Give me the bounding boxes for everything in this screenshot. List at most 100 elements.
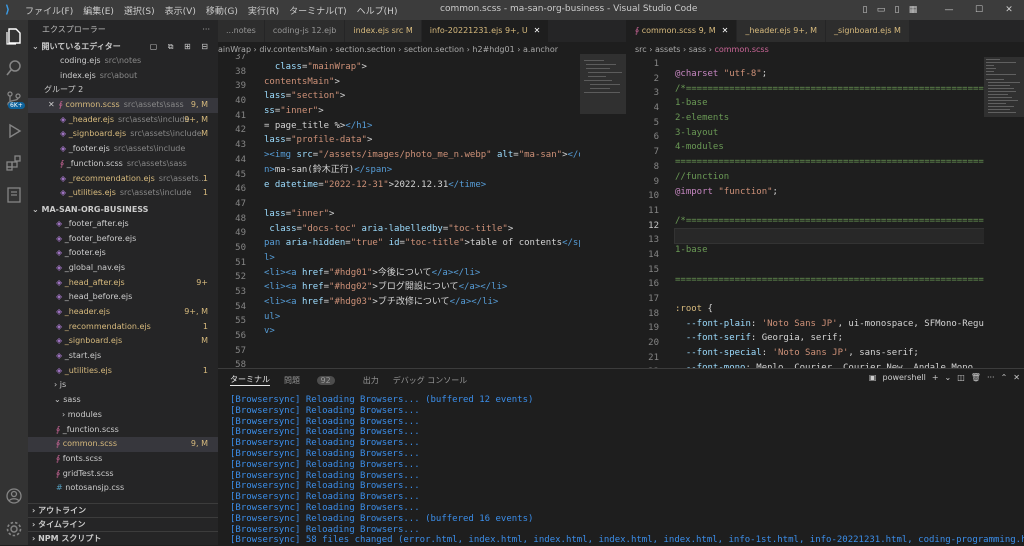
tab-output[interactable]: 出力 <box>363 375 379 386</box>
open-editor-item[interactable]: ◈ _recommendation.ejs src\assets... 1 <box>28 172 218 187</box>
right-code-editor[interactable]: 123456789101112131415161718192021222324 … <box>627 57 984 368</box>
minimize-button[interactable]: — <box>935 5 963 16</box>
tree-file[interactable]: ∮ fonts.scss <box>28 452 218 467</box>
close-icon[interactable]: ✕ <box>722 26 729 35</box>
chevron-down-icon[interactable]: ⌄ <box>945 373 952 382</box>
layout-panel-icon[interactable]: ▭ <box>874 5 888 16</box>
menu-help[interactable]: ヘルプ(H) <box>352 4 403 17</box>
tab-info-20221231[interactable]: info-20221231.ejs 9+, U ✕ <box>421 20 550 42</box>
tab-coding[interactable]: coding-js 12.ejb <box>264 20 346 42</box>
breadcrumb-item[interactable]: sass <box>689 45 706 54</box>
open-editor-item[interactable]: ◈ _footer.ejs src\assets\include <box>28 142 218 157</box>
tree-file[interactable]: ◈ _head_after.ejs 9+ <box>28 276 218 291</box>
tab-header-ejs[interactable]: _header.ejs 9+, M <box>737 20 826 42</box>
extensions-icon[interactable] <box>5 154 23 172</box>
line-numbers: 37 38 39 40 41 42 43 44 45 46 47 48 49 50 51 52 53 54 55 56… <box>218 54 246 368</box>
open-editor-item[interactable]: ◈ _utilities.ejs src\assets\include 1 <box>28 186 218 201</box>
tree-file[interactable]: ◈ _footer_before.ejs <box>28 232 218 247</box>
settings-gear-icon[interactable] <box>5 520 23 538</box>
outline-section[interactable]: › アウトライン <box>28 503 218 517</box>
group-header[interactable]: グループ 2 <box>28 83 218 98</box>
run-debug-icon[interactable] <box>5 122 23 140</box>
breadcrumb-item[interactable]: div.contentsMain <box>259 45 327 54</box>
folder-js[interactable]: › js <box>28 378 218 393</box>
menu-run[interactable]: 実行(R) <box>243 4 284 17</box>
tree-file[interactable]: ◈ _header.ejs 9+, M <box>28 305 218 320</box>
layout-sidebar-icon[interactable]: ▯ <box>858 5 872 16</box>
more-actions-icon[interactable]: ··· <box>202 20 210 40</box>
tab-terminal[interactable]: ターミナル <box>230 374 270 386</box>
shell-selector[interactable]: powershell <box>882 373 925 382</box>
tree-file[interactable]: ◈ _footer_after.ejs <box>28 217 218 232</box>
menu-file[interactable]: ファイル(F) <box>20 4 78 17</box>
minimap[interactable] <box>984 57 1024 368</box>
breadcrumb-item[interactable]: common.scss <box>714 45 768 54</box>
close-panel-icon[interactable]: ✕ <box>1013 373 1020 382</box>
breadcrumb-item[interactable]: section.section <box>404 45 464 54</box>
project-section[interactable]: ⌄ MA-SAN-ORG-BUSINESS <box>28 203 218 217</box>
breadcrumb-item[interactable]: ainWrap <box>218 45 251 54</box>
breadcrumb-item[interactable]: assets <box>655 45 680 54</box>
files-icon[interactable] <box>5 27 23 45</box>
tree-file[interactable]: # notosansjp.css <box>28 481 218 496</box>
tree-file[interactable]: ∮ _function.scss <box>28 423 218 438</box>
trash-icon[interactable]: 🗑 <box>971 373 981 382</box>
layout-secondary-icon[interactable]: ▯ <box>890 5 904 16</box>
tree-file[interactable]: ∮ common.scss 9, M <box>28 437 218 452</box>
close-icon[interactable]: ✕ <box>48 100 55 109</box>
tab-problems[interactable]: 問題 92 <box>284 375 349 386</box>
tab-debug-console[interactable]: デバッグ コンソール <box>393 375 468 386</box>
file-name: index.ejs <box>60 70 96 80</box>
breadcrumb-item[interactable]: a.anchor <box>523 45 558 54</box>
menu-view[interactable]: 表示(V) <box>160 4 201 17</box>
open-editor-item[interactable]: index.ejs src\about <box>28 69 218 84</box>
maximize-button[interactable]: ☐ <box>965 5 993 16</box>
more-actions-icon[interactable]: ··· <box>987 373 995 382</box>
split-terminal-icon[interactable]: ◫ <box>957 373 965 382</box>
menu-edit[interactable]: 編集(E) <box>78 4 119 17</box>
minimap[interactable] <box>580 54 626 368</box>
breadcrumb-item[interactable]: src <box>635 45 647 54</box>
open-editor-item[interactable]: ∮ _function.scss src\assets\sass <box>28 157 218 172</box>
open-editor-item[interactable]: coding.ejs src\notes <box>28 54 218 69</box>
tree-file[interactable]: ◈ _utilities.ejs 1 <box>28 364 218 379</box>
open-editors-actions[interactable]: ▢ ⧉ ⊞ ⊟ <box>150 40 212 54</box>
breadcrumb-item[interactable]: section.section <box>335 45 395 54</box>
maximize-panel-icon[interactable]: ⌃ <box>1001 373 1008 382</box>
tree-file[interactable]: ◈ _recommendation.ejs 1 <box>28 320 218 335</box>
npm-scripts-section[interactable]: › NPM スクリプト <box>28 531 218 545</box>
sass-file-icon: ∮ <box>56 453 63 463</box>
folder-modules[interactable]: › modules <box>28 408 218 423</box>
tree-file[interactable]: ◈ _footer.ejs <box>28 246 218 261</box>
tab-common-scss[interactable]: ∮ common.scss 9, M ✕ <box>627 20 738 42</box>
search-icon[interactable] <box>5 59 23 77</box>
code-content: class="mainWrap"> contentsMain"> lass="sec… <box>264 62 580 337</box>
breadcrumb-item[interactable]: h2#hdg01 <box>472 45 514 54</box>
close-icon[interactable]: ✕ <box>534 26 541 35</box>
open-editor-item[interactable]: ◈ _signboard.ejs src\assets\include M <box>28 127 218 142</box>
menu-terminal[interactable]: ターミナル(T) <box>284 4 352 17</box>
open-editor-item-active[interactable]: ✕ ∮ common.scss src\assets\sass 9, M <box>28 98 218 113</box>
tree-file[interactable]: ◈ _global_nav.ejs <box>28 261 218 276</box>
tree-file[interactable]: ◈ _start.ejs <box>28 349 218 364</box>
remote-explorer-icon[interactable] <box>5 186 23 204</box>
menu-go[interactable]: 移動(G) <box>201 4 243 17</box>
terminal-output[interactable]: [Browsersync] Reloading Browsers... (buf… <box>230 395 1024 546</box>
open-editor-item[interactable]: ◈ _header.ejs src\assets\include 9+, M <box>28 113 218 128</box>
new-terminal-icon[interactable]: + <box>932 373 939 382</box>
file-name: common.scss <box>65 100 120 110</box>
tree-file[interactable]: ◈ _signboard.ejs M <box>28 334 218 349</box>
timeline-section[interactable]: › タイムライン <box>28 517 218 531</box>
tab-signboard-ejs[interactable]: _signboard.ejs M <box>825 20 910 42</box>
open-editors-section[interactable]: ⌄ 開いているエディター ▢ ⧉ ⊞ ⊟ <box>28 40 218 54</box>
tree-file[interactable]: ∮ gridTest.scss <box>28 467 218 482</box>
left-code-editor[interactable]: 37 38 39 40 41 42 43 44 45 46 47 48 49 50 51 52 53 54 55 56… <box>218 54 580 368</box>
layout-customize-icon[interactable]: ▦ <box>906 5 920 16</box>
menu-selection[interactable]: 選択(S) <box>119 4 160 17</box>
account-icon[interactable] <box>5 487 23 505</box>
tree-file[interactable]: ◈ _head_before.ejs <box>28 290 218 305</box>
tab-notes[interactable]: ...notes <box>218 20 265 42</box>
close-window-button[interactable]: ✕ <box>995 5 1023 16</box>
folder-sass[interactable]: ⌄ sass <box>28 393 218 408</box>
tab-index[interactable]: index.ejs src M <box>345 20 422 42</box>
